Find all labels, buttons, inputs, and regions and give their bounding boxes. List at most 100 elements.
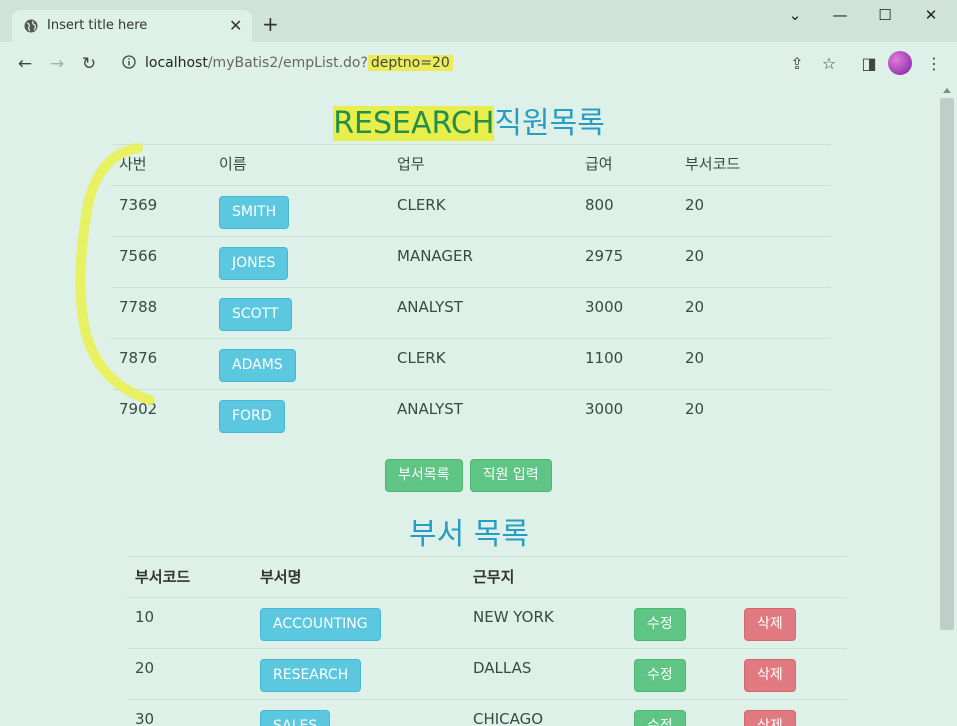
tab-search-icon[interactable]: ⌄ <box>780 6 810 30</box>
dept-deptno: 10 <box>127 597 252 649</box>
dept-edit-cell: 수정 <box>626 648 736 700</box>
bookmark-star-icon[interactable]: ☆ <box>817 52 841 76</box>
emp-list-title: RESEARCH직원목록 <box>0 98 938 142</box>
emp-deptno: 20 <box>677 287 831 339</box>
emp-empno: 7876 <box>111 338 211 390</box>
dept-delete-cell: 삭제 <box>736 597 847 649</box>
emp-sal: 3000 <box>577 389 677 441</box>
globe-icon <box>24 19 38 33</box>
dept-name-button[interactable]: ACCOUNTING <box>260 608 381 641</box>
emp-deptno: 20 <box>677 236 831 288</box>
emp-name-button[interactable]: ADAMS <box>219 349 296 382</box>
table-row: 30 SALES CHICAGO 수정 삭제 <box>127 699 847 726</box>
delete-button[interactable]: 삭제 <box>744 710 796 726</box>
dept-table-header: 부서코드 부서명 근무지 <box>127 556 847 598</box>
edit-button[interactable]: 수정 <box>634 659 686 692</box>
vertical-scrollbar[interactable] <box>938 84 957 726</box>
back-icon[interactable]: ← <box>13 52 37 76</box>
action-buttons: 부서목록 직원 입력 <box>385 459 554 492</box>
emp-job: ANALYST <box>389 389 577 441</box>
maximize-icon[interactable]: ☐ <box>870 6 900 30</box>
emp-empno: 7566 <box>111 236 211 288</box>
emp-job: ANALYST <box>389 287 577 339</box>
side-panel-icon[interactable]: ◨ <box>857 52 881 76</box>
url-text: localhost/myBatis2/empList.do? deptno=20 <box>145 55 453 71</box>
browser-tab[interactable]: Insert title here ✕ <box>12 10 252 42</box>
emp-insert-button[interactable]: 직원 입력 <box>469 459 552 492</box>
emp-sal: 2975 <box>577 236 677 288</box>
emp-header-ename: 이름 <box>211 144 389 186</box>
dept-header-loc: 근무지 <box>465 556 626 598</box>
dept-edit-cell: 수정 <box>626 699 736 726</box>
dept-dname-cell: SALES <box>252 699 465 726</box>
table-row: 7902 FORD ANALYST 3000 20 <box>111 389 831 441</box>
emp-title-rest: 직원목록 <box>494 106 605 141</box>
emp-deptno: 20 <box>677 185 831 237</box>
dept-dname-cell: RESEARCH <box>252 648 465 700</box>
profile-avatar[interactable] <box>888 51 912 75</box>
dept-name-button[interactable]: SALES <box>260 710 331 726</box>
dept-deptno: 20 <box>127 648 252 700</box>
browser-toolbar: ← → ↻ localhost/myBatis2/empList.do? dept… <box>0 42 957 84</box>
emp-empno: 7902 <box>111 389 211 441</box>
dept-loc: NEW YORK <box>465 597 626 649</box>
emp-deptno: 20 <box>677 338 831 390</box>
dept-loc: CHICAGO <box>465 699 626 726</box>
dept-header-dname: 부서명 <box>252 556 465 598</box>
dept-delete-cell: 삭제 <box>736 648 847 700</box>
emp-table-header: 사번 이름 업무 급여 부서코드 <box>111 144 831 186</box>
edit-button[interactable]: 수정 <box>634 710 686 726</box>
tab-close-icon[interactable]: ✕ <box>229 16 242 35</box>
page-content: RESEARCH직원목록 사번 이름 업무 급여 부서코드 7369 SMITH… <box>0 84 938 726</box>
dept-list-button[interactable]: 부서목록 <box>385 459 463 492</box>
new-tab-icon[interactable]: + <box>262 14 279 34</box>
emp-deptno: 20 <box>677 389 831 441</box>
dept-name-button[interactable]: RESEARCH <box>260 659 362 692</box>
address-bar[interactable]: localhost/myBatis2/empList.do? deptno=20 <box>112 46 842 80</box>
emp-ename-cell: ADAMS <box>211 338 389 390</box>
delete-button[interactable]: 삭제 <box>744 659 796 692</box>
table-row: 20 RESEARCH DALLAS 수정 삭제 <box>127 648 847 700</box>
reload-icon[interactable]: ↻ <box>77 52 101 76</box>
emp-header-job: 업무 <box>389 144 577 186</box>
dept-loc: DALLAS <box>465 648 626 700</box>
minimize-icon[interactable]: — <box>825 6 855 30</box>
emp-sal: 1100 <box>577 338 677 390</box>
emp-job: MANAGER <box>389 236 577 288</box>
dept-dname-cell: ACCOUNTING <box>252 597 465 649</box>
dept-header-edit <box>626 556 736 598</box>
edit-button[interactable]: 수정 <box>634 608 686 641</box>
browser-tabstrip: Insert title here ✕ + ⌄ — ☐ ✕ <box>0 0 957 42</box>
emp-header-deptno: 부서코드 <box>677 144 831 186</box>
table-row: 10 ACCOUNTING NEW YORK 수정 삭제 <box>127 597 847 649</box>
table-row: 7369 SMITH CLERK 800 20 <box>111 185 831 237</box>
dept-delete-cell: 삭제 <box>736 699 847 726</box>
emp-empno: 7788 <box>111 287 211 339</box>
tab-title: Insert title here <box>47 18 148 33</box>
emp-sal: 800 <box>577 185 677 237</box>
dept-table: 부서코드 부서명 근무지 10 ACCOUNTING NEW YORK 수정 삭… <box>127 556 847 726</box>
share-icon[interactable]: ⇪ <box>785 52 809 76</box>
emp-empno: 7369 <box>111 185 211 237</box>
emp-name-button[interactable]: JONES <box>219 247 289 280</box>
emp-job: CLERK <box>389 185 577 237</box>
emp-name-button[interactable]: FORD <box>219 400 285 433</box>
emp-name-button[interactable]: SCOTT <box>219 298 292 331</box>
menu-dots-icon[interactable]: ⋮ <box>922 52 946 76</box>
forward-icon[interactable]: → <box>45 52 69 76</box>
emp-job: CLERK <box>389 338 577 390</box>
emp-name-button[interactable]: SMITH <box>219 196 290 229</box>
scroll-thumb[interactable] <box>940 98 954 630</box>
scroll-up-arrow-icon[interactable] <box>943 88 951 93</box>
emp-ename-cell: FORD <box>211 389 389 441</box>
emp-table: 사번 이름 업무 급여 부서코드 7369 SMITH CLERK 800 20… <box>111 144 831 441</box>
emp-header-sal: 급여 <box>577 144 677 186</box>
dept-edit-cell: 수정 <box>626 597 736 649</box>
dept-list-title: 부서 목록 <box>409 517 529 552</box>
emp-header-empno: 사번 <box>111 144 211 186</box>
info-icon[interactable] <box>122 55 136 69</box>
emp-ename-cell: JONES <box>211 236 389 288</box>
window-close-icon[interactable]: ✕ <box>916 6 946 30</box>
delete-button[interactable]: 삭제 <box>744 608 796 641</box>
emp-ename-cell: SMITH <box>211 185 389 237</box>
